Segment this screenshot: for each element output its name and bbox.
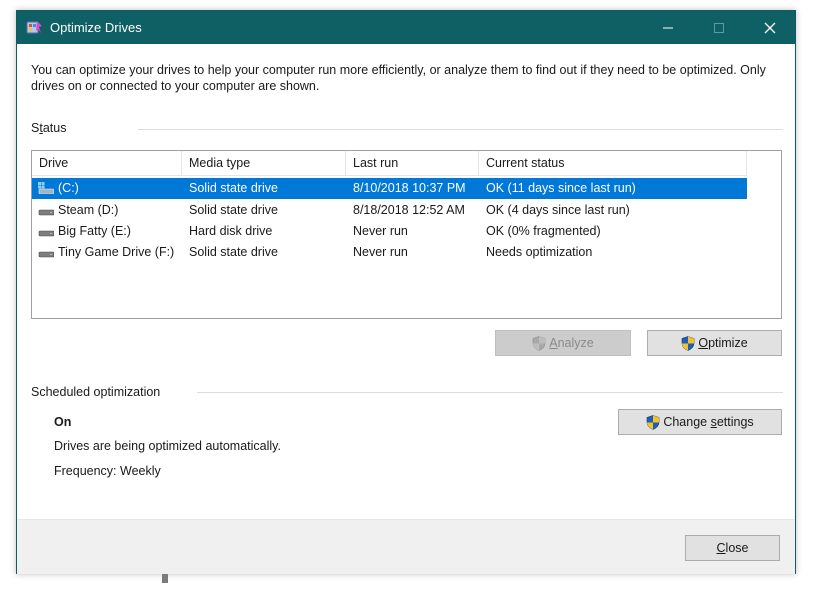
scheduled-group-label: Scheduled optimization xyxy=(31,385,161,399)
last-run-cell: 8/18/2018 12:52 AM xyxy=(353,203,465,217)
current-status-cell: OK (11 days since last run) xyxy=(486,181,636,195)
status-group-label: Status xyxy=(31,121,66,135)
scheduled-divider xyxy=(197,392,783,393)
close-button[interactable]: Close xyxy=(685,535,780,561)
close-accel: C xyxy=(716,541,726,555)
column-header-last-run[interactable]: Last run xyxy=(346,151,479,176)
drive-icon xyxy=(38,209,54,216)
windows-drive-icon xyxy=(38,181,54,194)
column-header-current-status[interactable]: Current status xyxy=(479,151,747,176)
analyze-button[interactable]: Analyze xyxy=(495,330,631,356)
defrag-app-icon xyxy=(26,19,43,36)
table-row[interactable]: (C:) Solid state drive 8/10/2018 10:37 P… xyxy=(32,178,747,199)
schedule-state: On xyxy=(54,415,72,429)
last-run-cell: Never run xyxy=(353,224,408,238)
media-type-cell: Solid state drive xyxy=(189,181,278,195)
drive-icon xyxy=(38,251,54,258)
optimize-label: ptimize xyxy=(708,336,748,350)
close-icon xyxy=(764,22,776,33)
media-type-cell: Hard disk drive xyxy=(189,224,273,238)
media-type-cell: Solid state drive xyxy=(189,203,278,217)
drive-cell: Tiny Game Drive (F:) xyxy=(38,242,174,263)
shield-icon xyxy=(532,335,546,351)
drives-list[interactable]: Drive Media type Last run Current status… xyxy=(31,150,782,319)
shield-icon xyxy=(647,414,660,430)
optimize-button[interactable]: Optimize xyxy=(647,330,782,356)
drive-icon xyxy=(38,230,54,237)
column-header-drive[interactable]: Drive xyxy=(32,151,182,176)
drive-name: Tiny Game Drive (F:) xyxy=(58,245,175,259)
last-run-cell: Never run xyxy=(353,245,408,259)
table-row[interactable]: Big Fatty (E:) Hard disk drive Never run… xyxy=(32,221,747,242)
dialog-footer: Close xyxy=(17,519,795,574)
close-window-button[interactable] xyxy=(747,11,793,44)
drive-cell: Steam (D:) xyxy=(38,200,118,221)
last-run-cell: 8/10/2018 10:37 PM xyxy=(353,181,466,195)
maximize-icon xyxy=(714,22,724,33)
status-label-suffix: atus xyxy=(42,121,67,135)
intro-text: You can optimize your drives to help you… xyxy=(31,63,766,93)
background-fragment xyxy=(162,574,168,583)
drives-list-header: Drive Media type Last run Current status xyxy=(32,151,747,176)
table-row[interactable]: Steam (D:) Solid state drive 8/18/2018 1… xyxy=(32,200,747,221)
change-settings-prefix: Change xyxy=(663,415,711,429)
analyze-label: nalyze xyxy=(557,336,594,350)
title-bar[interactable]: Optimize Drives xyxy=(17,11,795,44)
drive-name: Big Fatty (E:) xyxy=(58,224,131,238)
close-label: lose xyxy=(725,541,749,555)
drive-cell: (C:) xyxy=(38,178,79,199)
drive-name: (C:) xyxy=(58,181,79,195)
drive-name: Steam (D:) xyxy=(58,203,119,217)
optimize-accel: O xyxy=(698,336,709,350)
column-header-media-type[interactable]: Media type xyxy=(182,151,346,176)
optimize-drives-window: Optimize Drives You can optimize your dr… xyxy=(16,10,796,574)
media-type-cell: Solid state drive xyxy=(189,245,278,259)
minimize-button[interactable] xyxy=(645,11,691,44)
status-divider xyxy=(138,129,783,130)
table-row[interactable]: Tiny Game Drive (F:) Solid state drive N… xyxy=(32,242,747,263)
maximize-button[interactable] xyxy=(696,11,742,44)
schedule-frequency: Frequency: Weekly xyxy=(54,464,161,478)
current-status-cell: OK (4 days since last run) xyxy=(486,203,630,217)
analyze-accel: A xyxy=(549,336,558,350)
current-status-cell: OK (0% fragmented) xyxy=(486,224,601,238)
window-title: Optimize Drives xyxy=(50,20,142,35)
current-status-cell: Needs optimization xyxy=(486,245,593,259)
drive-cell: Big Fatty (E:) xyxy=(38,221,131,242)
change-settings-button[interactable]: Change s ettings xyxy=(618,409,782,435)
schedule-description: Drives are being optimized automatically… xyxy=(54,439,281,453)
minimize-icon xyxy=(663,27,673,28)
change-settings-label: ettings xyxy=(716,415,754,429)
shield-icon xyxy=(682,335,695,351)
